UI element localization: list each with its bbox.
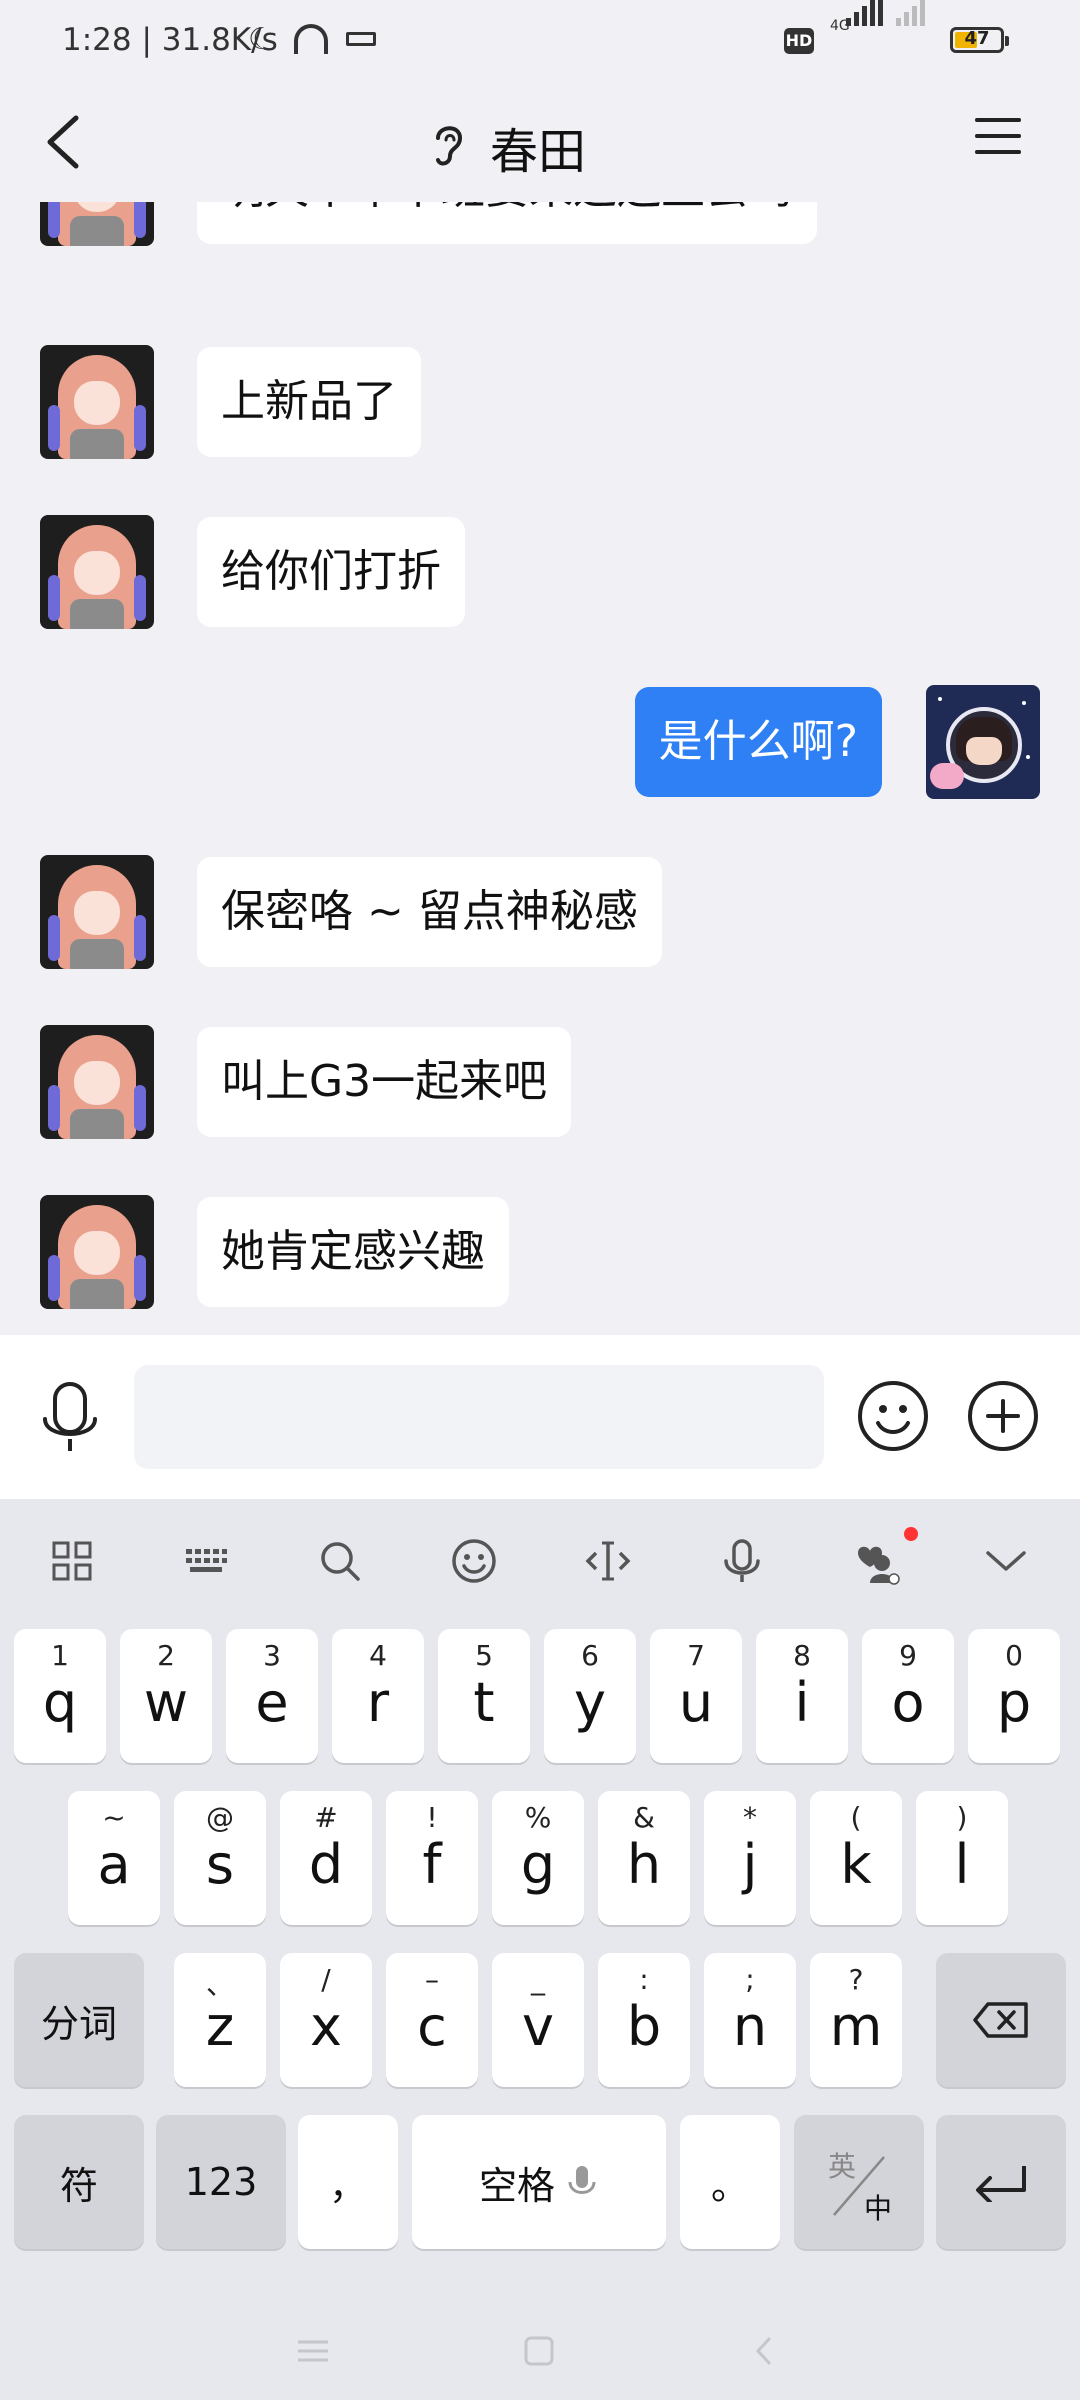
contact-avatar[interactable] [40,202,154,246]
home-icon[interactable] [522,2334,556,2368]
chevron-left-icon[interactable] [40,114,90,170]
backspace-icon [936,1953,1066,2087]
emoji-icon[interactable] [856,1379,930,1453]
lang-zh-label: 中 [864,2192,893,2225]
key-y[interactable]: 6y [544,1629,636,1763]
key-t[interactable]: 5t [438,1629,530,1763]
message-row: 她肯定感兴趣 [0,1195,1080,1309]
key-u[interactable]: 7u [650,1629,742,1763]
key-r[interactable]: 4r [332,1629,424,1763]
emoji-icon[interactable] [450,1537,498,1585]
key-w[interactable]: 2w [120,1629,212,1763]
headphone-icon [294,24,328,54]
my-message-bubble[interactable]: 是什么啊? [634,687,882,797]
number-key[interactable]: 123 [156,2115,286,2249]
key-z[interactable]: 、 z [174,1953,266,2087]
message-bubble[interactable]: 她肯定感兴趣 [197,1197,509,1307]
keyboard-layout-icon[interactable] [182,1537,230,1585]
message-input[interactable] [134,1365,824,1469]
contact-avatar[interactable] [40,1025,154,1139]
recent-apps-icon[interactable] [296,2336,330,2366]
soft-keyboard: 1q 2w 3e 4r 5t 6y 7u 8i 9o 0p ~ a @ s # d !… [0,1499,1080,2400]
contact-avatar[interactable] [40,515,154,629]
search-icon[interactable] [316,1537,364,1585]
key-x[interactable]: / x [280,1953,372,2087]
message-bubble[interactable]: 上新品了 [197,347,421,457]
menu-icon[interactable] [975,114,1023,162]
key-k[interactable]: (k [810,1791,902,1925]
status-time: 1:28 | 31.8K/s [62,22,278,58]
message-row: 保密咯 ~ 留点神秘感 [0,855,1080,969]
message-row-mine: 是什么啊? [0,685,1080,799]
message-row: 上新品了 [0,345,1080,459]
contact-avatar[interactable] [40,1195,154,1309]
message-bubble[interactable]: 叫上G3一起来吧 [197,1027,572,1137]
apps-grid-icon[interactable] [48,1537,96,1585]
key-b[interactable]: :b [598,1953,690,2087]
battery-level: 47 [964,28,990,49]
backspace-key[interactable] [936,1953,1066,2087]
collapse-keyboard-icon[interactable] [982,1537,1030,1585]
my-avatar[interactable] [926,685,1040,799]
key-l[interactable]: ) l [916,1791,1008,1925]
message-row: 叫上G3一起来吧 [0,1025,1080,1139]
comma-key[interactable]: ， [298,2115,398,2249]
key-q[interactable]: 1q [14,1629,106,1763]
message-row: 给你们打折 [0,515,1080,629]
symbol-key[interactable]: 符 [14,2115,144,2249]
key-o[interactable]: 9o [862,1629,954,1763]
battery-icon: 47 [950,27,1009,53]
key-p[interactable]: 0p [968,1629,1060,1763]
key-e[interactable]: 3e [226,1629,318,1763]
message-bubble[interactable]: 保密咯 ~ 留点神秘感 [197,857,662,967]
contact-avatar[interactable] [40,855,154,969]
key-a[interactable]: ~ a [68,1791,160,1925]
chat-title: 春田 [490,124,587,180]
keyboard-icon [346,32,376,46]
message-bubble[interactable]: 明天下午下班要来这边坐会吗 [197,202,817,244]
key-c[interactable]: – c [386,1953,478,2087]
key-g[interactable]: % g [492,1791,584,1925]
ear-icon[interactable] [430,120,468,168]
chat-header: 春田 [0,82,1080,202]
voice-input-icon[interactable] [40,1381,100,1455]
language-switch-key[interactable]: 英 中 [794,2115,924,2249]
status-bar: 1:28 | 31.8K/s ☾ HD 4G 47 [0,0,1080,82]
space-key[interactable]: 空格 [412,2115,666,2249]
segment-key[interactable]: 分词 [14,1953,144,2087]
message-row: 明天下午下班要来这边坐会吗 [0,202,1080,246]
back-nav-icon[interactable] [752,2334,776,2368]
voice-icon[interactable] [718,1537,766,1585]
avatar-skin-icon[interactable] [852,1537,900,1585]
moon-icon: ☾ [248,22,275,57]
contact-avatar[interactable] [40,345,154,459]
period-key[interactable]: 。 [680,2115,780,2249]
key-m[interactable]: ? m [810,1953,902,2087]
key-h[interactable]: & h [598,1791,690,1925]
key-d[interactable]: # d [280,1791,372,1925]
system-nav-bar [0,2300,1080,2400]
enter-key[interactable] [936,2115,1066,2249]
key-n[interactable]: ; n [704,1953,796,2087]
key-j[interactable]: * j [704,1791,796,1925]
composer [0,1335,1080,1499]
key-s[interactable]: @ s [174,1791,266,1925]
message-bubble[interactable]: 给你们打折 [197,517,465,627]
notification-dot [904,1527,918,1541]
key-i[interactable]: 8i [756,1629,848,1763]
cursor-icon[interactable] [584,1537,632,1585]
message-list[interactable]: 明天下午下班要来这边坐会吗 上新品了 给你们打折 是什么啊? 保密咯 ~ 留点神… [0,202,1080,1335]
key-v[interactable]: _ v [492,1953,584,2087]
add-icon[interactable] [966,1379,1040,1453]
hd-badge: HD [784,28,814,54]
mic-icon [568,2166,596,2194]
enter-icon [936,2115,1066,2249]
key-f[interactable]: ! f [386,1791,478,1925]
